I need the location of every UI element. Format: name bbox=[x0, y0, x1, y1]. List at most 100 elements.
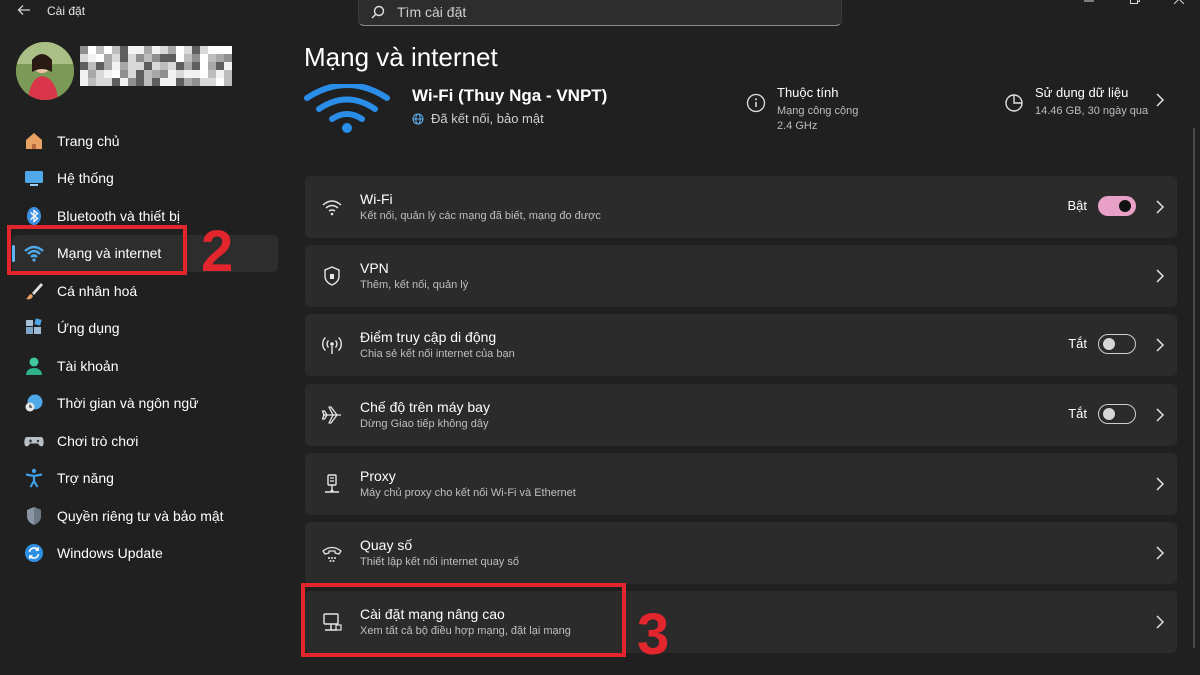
proxy-icon bbox=[325, 474, 339, 493]
blur-pixel bbox=[120, 78, 128, 86]
blur-pixel bbox=[192, 70, 200, 78]
scrollbar[interactable] bbox=[1193, 128, 1195, 648]
sidebar-item-personalization[interactable]: Cá nhân hoá bbox=[12, 272, 278, 310]
search-box[interactable] bbox=[358, 0, 842, 26]
page-title: Mạng và internet bbox=[304, 42, 498, 72]
blur-pixel bbox=[200, 62, 208, 70]
blur-pixel bbox=[176, 62, 184, 70]
blur-pixel bbox=[104, 46, 112, 54]
chevron-right-icon bbox=[1156, 477, 1165, 491]
properties-network-type: Mạng công cộng bbox=[777, 105, 859, 117]
blur-pixel bbox=[176, 78, 184, 86]
avatar[interactable] bbox=[16, 42, 74, 100]
sidebar-item-label: Hệ thống bbox=[57, 170, 114, 187]
sidebar-item-apps[interactable]: Ứng dụng bbox=[12, 310, 278, 348]
card-subtitle: Kết nối, quản lý các mạng đã biết, mạng … bbox=[360, 210, 601, 222]
back-arrow-icon bbox=[17, 5, 30, 15]
blur-pixel bbox=[120, 62, 128, 70]
blur-pixel bbox=[120, 54, 128, 62]
vpn-shield-icon bbox=[324, 266, 340, 286]
blur-pixel bbox=[144, 62, 152, 70]
blur-pixel bbox=[136, 62, 144, 70]
blur-pixel bbox=[160, 78, 168, 86]
blur-pixel bbox=[128, 62, 136, 70]
sidebar-item-accessibility[interactable]: Trợ năng bbox=[12, 460, 278, 498]
card-wifi[interactable]: Wi-Fi Kết nối, quản lý các mạng đã biết,… bbox=[305, 176, 1177, 238]
sidebar-item-time-language[interactable]: Thời gian và ngôn ngữ bbox=[12, 385, 278, 423]
sidebar-nav: Trang chủ Hệ thống Bluetooth và thiết bị… bbox=[12, 122, 278, 572]
sidebar-item-system[interactable]: Hệ thống bbox=[12, 160, 278, 198]
card-airplane-mode[interactable]: Chế độ trên máy bay Dừng Giao tiếp không… bbox=[305, 384, 1177, 446]
minimize-button[interactable] bbox=[1066, 0, 1112, 12]
blur-pixel bbox=[216, 62, 224, 70]
blur-pixel bbox=[120, 46, 128, 54]
annotation-box-step-2 bbox=[7, 225, 187, 275]
blur-pixel bbox=[192, 54, 200, 62]
blur-pixel bbox=[176, 70, 184, 78]
sidebar-item-label: Tài khoản bbox=[57, 357, 119, 374]
blur-pixel bbox=[184, 78, 192, 86]
card-subtitle: Máy chủ proxy cho kết nối Wi-Fi và Ether… bbox=[360, 487, 576, 499]
close-button[interactable] bbox=[1156, 0, 1200, 12]
blur-pixel bbox=[224, 78, 232, 86]
sidebar-item-home[interactable]: Trang chủ bbox=[12, 122, 278, 160]
user-name-blurred bbox=[80, 46, 232, 86]
blur-pixel bbox=[184, 46, 192, 54]
blur-pixel bbox=[136, 70, 144, 78]
card-subtitle: Thiết lập kết nối internet quay số bbox=[360, 556, 519, 568]
blur-pixel bbox=[208, 62, 216, 70]
blur-pixel bbox=[200, 78, 208, 86]
blur-pixel bbox=[128, 78, 136, 86]
sidebar-item-gaming[interactable]: Chơi trò chơi bbox=[12, 422, 278, 460]
chevron-right-icon bbox=[1156, 200, 1165, 214]
blur-pixel bbox=[112, 46, 120, 54]
card-mobile-hotspot[interactable]: Điểm truy cập di động Chia sẻ kết nối in… bbox=[305, 314, 1177, 376]
chevron-right-icon[interactable] bbox=[1154, 92, 1166, 108]
blur-pixel bbox=[216, 46, 224, 54]
blur-pixel bbox=[88, 46, 96, 54]
blur-pixel bbox=[152, 78, 160, 86]
brush-icon bbox=[24, 281, 44, 301]
blur-pixel bbox=[168, 70, 176, 78]
blur-pixel bbox=[104, 62, 112, 70]
sidebar-item-accounts[interactable]: Tài khoản bbox=[12, 347, 278, 385]
bluetooth-icon bbox=[24, 206, 44, 226]
wifi-icon bbox=[322, 200, 342, 216]
blur-pixel bbox=[144, 78, 152, 86]
blur-pixel bbox=[80, 70, 88, 78]
card-proxy[interactable]: Proxy Máy chủ proxy cho kết nối Wi-Fi và… bbox=[305, 453, 1177, 515]
blur-pixel bbox=[200, 54, 208, 62]
blur-pixel bbox=[176, 46, 184, 54]
chevron-right-icon bbox=[1156, 615, 1165, 629]
maximize-button[interactable] bbox=[1112, 0, 1158, 12]
blur-pixel bbox=[128, 70, 136, 78]
update-icon bbox=[24, 543, 44, 563]
window-title: Cài đặt bbox=[47, 4, 86, 18]
back-button[interactable] bbox=[12, 0, 36, 22]
blur-pixel bbox=[224, 62, 232, 70]
hotspot-icon bbox=[322, 336, 342, 354]
sidebar-item-label: Quyền riêng tư và bảo mật bbox=[57, 507, 224, 524]
search-input[interactable] bbox=[397, 3, 817, 21]
dialup-icon bbox=[322, 546, 342, 562]
sidebar-item-windows-update[interactable]: Windows Update bbox=[12, 535, 278, 573]
card-subtitle: Dừng Giao tiếp không dây bbox=[360, 418, 489, 430]
gamepad-icon bbox=[24, 431, 44, 451]
blur-pixel bbox=[144, 46, 152, 54]
sidebar-item-privacy[interactable]: Quyền riêng tư và bảo mật bbox=[12, 497, 278, 535]
blur-pixel bbox=[96, 70, 104, 78]
card-vpn[interactable]: VPN Thêm, kết nối, quản lý bbox=[305, 245, 1177, 307]
blur-pixel bbox=[152, 70, 160, 78]
blur-pixel bbox=[112, 78, 120, 86]
sidebar-item-label: Chơi trò chơi bbox=[57, 432, 139, 449]
home-icon bbox=[24, 131, 44, 151]
blur-pixel bbox=[176, 54, 184, 62]
hotspot-toggle[interactable] bbox=[1098, 334, 1136, 354]
card-title: Điểm truy cập di động bbox=[360, 329, 497, 345]
chevron-right-icon bbox=[1156, 546, 1165, 560]
minimize-icon bbox=[1084, 0, 1094, 2]
card-dial-up[interactable]: Quay số Thiết lập kết nối internet quay … bbox=[305, 522, 1177, 584]
wifi-toggle[interactable] bbox=[1098, 196, 1136, 216]
toggle-state-label: Bật bbox=[1067, 198, 1087, 213]
airplane-mode-toggle[interactable] bbox=[1098, 404, 1136, 424]
